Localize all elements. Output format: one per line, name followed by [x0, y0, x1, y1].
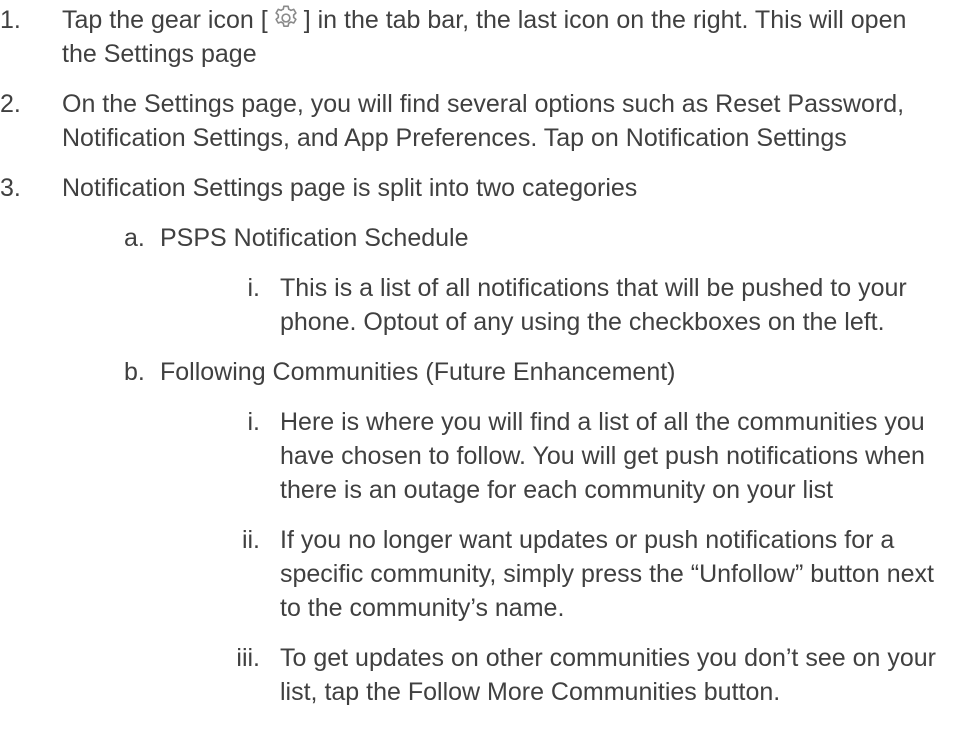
step-text-before-icon: Tap the gear icon [	[62, 6, 268, 34]
substep-a: a. PSPS Notification Schedule	[0, 221, 955, 255]
step-text: Notification Settings page is split into…	[62, 174, 638, 202]
instruction-document: 1. Tap the gear icon [] in the tab bar, …	[0, 0, 955, 709]
roman-marker: i.	[247, 408, 261, 436]
roman-text: If you no longer want updates or push no…	[280, 526, 934, 622]
step-marker: 3.	[0, 174, 21, 202]
substep-marker: b.	[124, 358, 145, 386]
substep-b: b. Following Communities (Future Enhance…	[0, 355, 955, 389]
step-text: On the Settings page, you will find seve…	[62, 90, 905, 152]
substep-a-i: i. This is a list of all notifications t…	[0, 271, 955, 339]
substep-b-ii: ii. If you no longer want updates or pus…	[0, 523, 955, 625]
roman-text: To get updates on other communities you …	[280, 644, 936, 706]
step-text: Tap the gear icon [] in the tab bar, the…	[62, 3, 922, 71]
step-1: 1. Tap the gear icon [] in the tab bar, …	[0, 0, 955, 71]
step-marker: 1.	[0, 6, 21, 34]
substep-b-iii: iii. To get updates on other communities…	[0, 641, 955, 709]
roman-marker: iii.	[236, 644, 260, 672]
roman-marker: i.	[247, 274, 261, 302]
roman-marker: ii.	[241, 526, 260, 554]
substep-b-i: i. Here is where you will find a list of…	[0, 405, 955, 507]
step-3: 3. Notification Settings page is split i…	[0, 171, 955, 205]
substep-marker: a.	[124, 224, 145, 252]
substep-text: Following Communities (Future Enhancemen…	[160, 358, 676, 386]
roman-text: This is a list of all notifications that…	[280, 274, 907, 336]
step-marker: 2.	[0, 90, 21, 118]
step-2: 2. On the Settings page, you will find s…	[0, 87, 955, 155]
gear-icon	[275, 5, 297, 27]
roman-text: Here is where you will find a list of al…	[280, 408, 925, 504]
substep-text: PSPS Notification Schedule	[160, 224, 469, 252]
